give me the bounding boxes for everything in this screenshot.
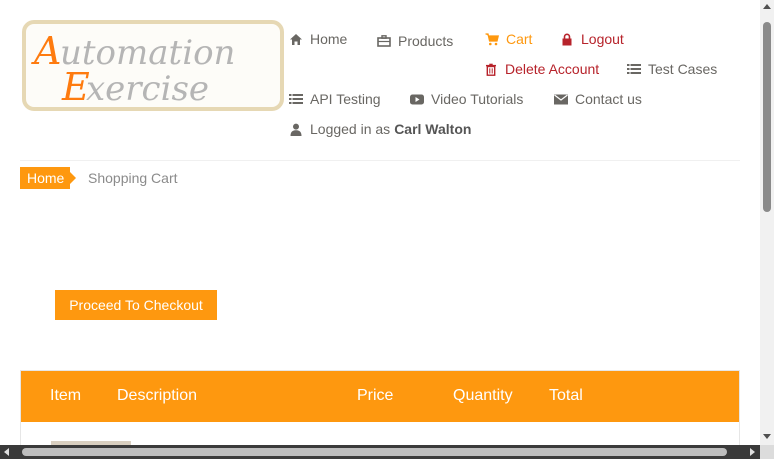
nav-home[interactable]: Home (289, 31, 347, 47)
logged-in-status: Logged in as Carl Walton (289, 121, 471, 137)
page-viewport: A utomation E xercise Home Products Cart… (0, 0, 760, 445)
cart-table-header: Item Description Price Quantity Total (21, 371, 739, 422)
scroll-left-arrow-icon[interactable] (4, 448, 9, 456)
nav-contact-us-label: Contact us (575, 91, 642, 107)
nav-video-tutorials[interactable]: Video Tutorials (410, 91, 523, 107)
nav-api-testing[interactable]: API Testing (289, 91, 381, 107)
user-icon (289, 122, 303, 136)
nav-products-label: Products (398, 33, 454, 49)
trash-icon (484, 62, 498, 76)
lock-icon (560, 32, 574, 46)
scroll-up-arrow-icon[interactable] (763, 4, 771, 9)
nav-test-cases-label: Test Cases (648, 61, 718, 77)
nav-logout[interactable]: Logout (560, 31, 624, 47)
logo-rest-2: xercise (86, 69, 209, 107)
vertical-scroll-thumb[interactable] (763, 22, 771, 212)
nav-cart[interactable]: Cart (485, 31, 532, 47)
nav-api-testing-label: API Testing (310, 91, 381, 107)
logged-in-prefix: Logged in as (310, 121, 391, 137)
nav-cart-label: Cart (506, 31, 533, 47)
scrollbar-corner (760, 445, 774, 459)
nav-delete-account[interactable]: Delete Account (484, 61, 599, 77)
cart-table: Item Description Price Quantity Total (20, 370, 740, 445)
nav-test-cases[interactable]: Test Cases (627, 61, 717, 77)
horizontal-scrollbar[interactable] (0, 445, 774, 459)
logo-graphic: A utomation E xercise (31, 29, 235, 107)
col-description: Description (117, 387, 198, 404)
envelope-icon (554, 92, 568, 106)
briefcase-icon (377, 34, 391, 48)
youtube-icon (410, 92, 424, 106)
scroll-right-arrow-icon[interactable] (750, 448, 755, 456)
logged-in-username: Carl Walton (394, 121, 472, 137)
col-item: Item (50, 387, 82, 404)
site-logo[interactable]: A utomation E xercise (22, 20, 284, 111)
breadcrumb-current: Shopping Cart (88, 170, 178, 186)
header-divider (20, 160, 740, 161)
nav-delete-account-label: Delete Account (505, 61, 600, 77)
vertical-scrollbar[interactable] (760, 0, 774, 445)
col-quantity: Quantity (453, 387, 513, 404)
cart-icon (485, 32, 499, 46)
breadcrumb-home[interactable]: Home (20, 167, 77, 189)
nav-contact-us[interactable]: Contact us (554, 91, 642, 107)
nav-home-label: Home (310, 31, 348, 47)
nav-video-tutorials-label: Video Tutorials (431, 91, 524, 107)
list-icon (289, 92, 303, 106)
home-icon (289, 32, 303, 46)
nav-logout-label: Logout (581, 31, 624, 47)
col-total: Total (549, 387, 583, 404)
nav-products[interactable]: Products (377, 33, 453, 49)
logo-initial-a: A (31, 29, 61, 73)
scroll-down-arrow-icon[interactable] (763, 434, 771, 439)
col-price: Price (357, 387, 394, 404)
horizontal-scroll-thumb[interactable] (22, 448, 727, 456)
proceed-to-checkout-button[interactable]: Proceed To Checkout (55, 290, 217, 320)
list-icon (627, 62, 641, 76)
